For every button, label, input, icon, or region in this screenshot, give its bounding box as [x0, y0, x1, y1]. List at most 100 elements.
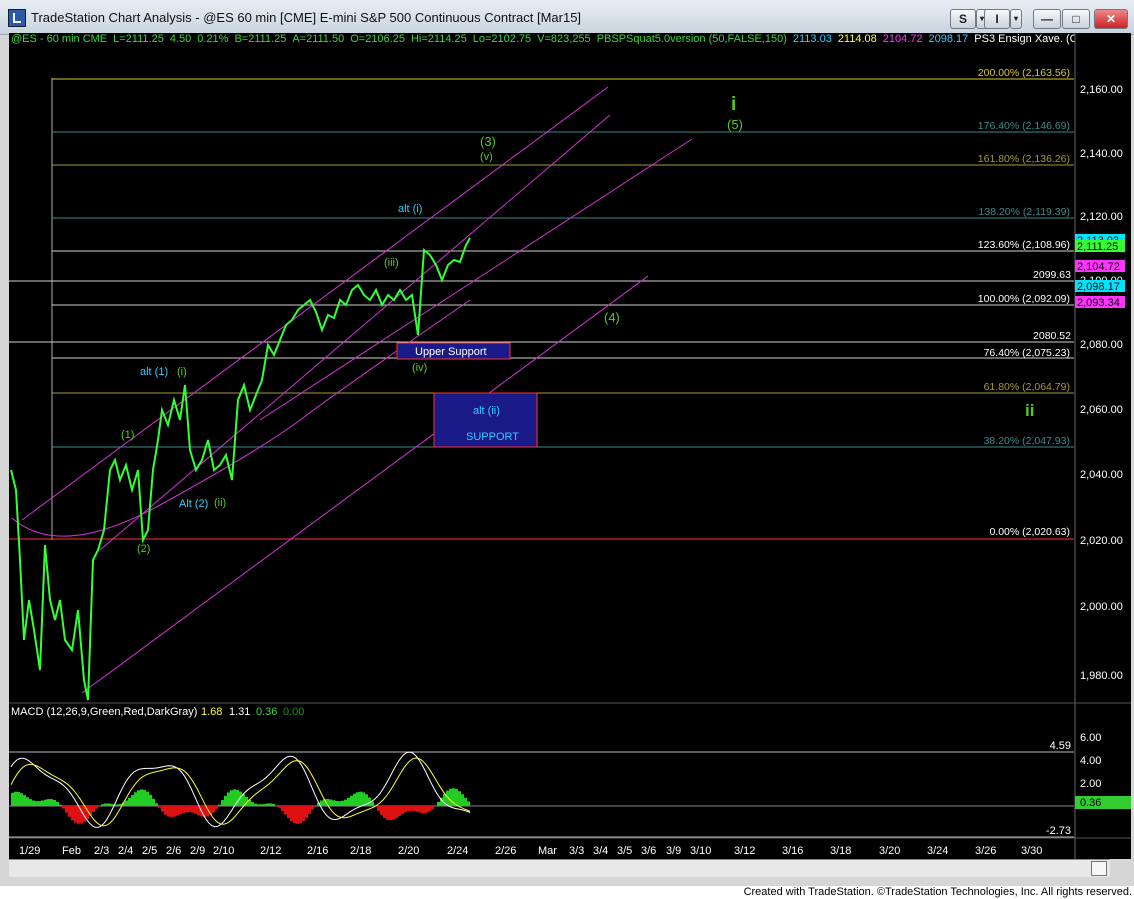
macd-histogram-bar	[386, 806, 389, 820]
macd-histogram-bar	[395, 806, 398, 819]
channel-lower-line[interactable]	[81, 275, 649, 694]
macd-histogram-bar	[407, 806, 410, 812]
macd-histogram-bar	[104, 803, 107, 806]
macd-histogram-bar	[185, 806, 188, 813]
macd-histogram-bar	[92, 806, 95, 812]
macd-histogram-bar	[74, 806, 77, 823]
channel-upper-line[interactable]	[21, 86, 609, 521]
macd-histogram-bar	[32, 800, 35, 806]
macd-histogram-bar	[164, 806, 167, 815]
macd-histogram-bar	[173, 806, 176, 817]
macd-histogram-bar	[278, 806, 281, 808]
alt-ii-box-label: alt (ii)	[473, 405, 500, 417]
macd-histogram-bar	[68, 806, 71, 817]
time-tick: Mar	[538, 845, 557, 857]
upper-support-label: Upper Support	[415, 346, 487, 358]
scrollbar-thumb[interactable]	[1091, 861, 1107, 876]
macd-histogram-bar	[116, 804, 119, 806]
level-label-2080: 2080.52	[1033, 330, 1071, 342]
macd-histogram-bar	[170, 806, 173, 818]
fib-label-76: 76.40% (2,075.23)	[984, 347, 1070, 359]
macd-histogram-bar	[44, 799, 47, 806]
macd-histogram-bar	[359, 791, 362, 806]
price-axis-ticks: 2,160.00 2,140.00 2,120.00 2,100.00 2,08…	[1080, 84, 1123, 682]
macd-histogram-bar	[176, 806, 179, 816]
macd-histogram-bar	[14, 791, 17, 806]
macd-histogram-bar	[179, 806, 182, 815]
footer-credit: Created with TradeStation. ©TradeStation…	[0, 886, 1134, 899]
price-tick-2140: 2,140.00	[1080, 148, 1123, 160]
macd-histogram-bar	[338, 801, 341, 806]
macd-histogram-bar	[362, 792, 365, 806]
time-tick: 3/12	[734, 845, 755, 857]
macd-histogram-bar	[449, 788, 452, 806]
macd-histogram-bar	[149, 794, 152, 806]
fib-label-138: 138.20% (2,119.39)	[979, 206, 1070, 218]
time-tick: 3/9	[666, 845, 681, 857]
time-tick: 2/4	[118, 845, 133, 857]
horizontal-scrollbar[interactable]	[9, 859, 1110, 877]
macd-histogram-bar	[155, 803, 158, 806]
macd-histogram-bar	[311, 806, 314, 810]
macd-histogram-bar	[95, 806, 98, 809]
macd-histogram-bar	[140, 789, 143, 806]
macd-histogram-bar	[161, 806, 164, 812]
macd-ref-high-label: 4.59	[1050, 740, 1071, 752]
macd-histogram-bar	[389, 806, 392, 821]
macd-histogram-bar	[152, 798, 155, 806]
macd-histogram-bar	[221, 800, 224, 806]
macd-histogram-bar	[23, 795, 26, 806]
macd-histogram-bar	[59, 804, 62, 806]
fib-label-100: 100.00% (2,092.09)	[978, 293, 1070, 305]
macd-histogram-bar	[398, 806, 401, 817]
macd-histogram-bar	[293, 806, 296, 824]
macd-histogram-bar	[11, 792, 14, 806]
price-tag-2093: 2,093.34	[1077, 297, 1120, 309]
macd-histogram-bar	[308, 806, 311, 814]
macd-histogram-bar	[227, 792, 230, 806]
macd-histogram-bar	[125, 800, 128, 806]
macd-histogram-bar	[383, 806, 386, 818]
time-tick: 2/26	[495, 845, 516, 857]
wave-label-big-i: i	[731, 94, 736, 115]
chart-drawing-layer: 200.00% (2,163.56) 176.40% (2,146.69) 16…	[9, 33, 1131, 859]
footer-text: Created with TradeStation. ©TradeStation…	[743, 886, 1132, 898]
fib-label-38: 38.20% (2,047.93)	[984, 435, 1070, 447]
macd-histogram-bar	[137, 790, 140, 806]
macd-histogram-bar	[380, 806, 383, 815]
macd-histogram-bar	[251, 802, 254, 806]
time-tick: 3/5	[617, 845, 632, 857]
channel-upper-inner-line[interactable]	[99, 114, 611, 551]
macd-histogram-bar	[290, 806, 293, 822]
wave-label-5: (5)	[727, 117, 743, 132]
price-series	[10, 237, 471, 701]
macd-histogram-bar	[428, 806, 431, 812]
macd-histogram-bar	[341, 800, 344, 806]
time-tick: 3/18	[830, 845, 851, 857]
macd-histogram-bar	[191, 806, 194, 813]
macd-histogram-bar	[224, 795, 227, 806]
wave-label-big-ii: ii	[1025, 401, 1034, 420]
time-tick: 3/6	[641, 845, 656, 857]
fib-label-0: 0.00% (2,020.63)	[989, 526, 1070, 538]
macd-histogram-bar	[188, 806, 191, 813]
macd-histogram-bar	[455, 789, 458, 806]
wave-label-v: (v)	[480, 151, 493, 163]
time-tick: 2/24	[447, 845, 468, 857]
time-tick: 2/18	[350, 845, 371, 857]
macd-histogram-bar	[269, 803, 272, 806]
macd-histogram-bar	[299, 806, 302, 824]
macd-histogram-bar	[158, 806, 161, 808]
time-tick: 3/24	[927, 845, 948, 857]
macd-histogram-bar	[35, 801, 38, 806]
macd-title: MACD (12,26,9,Green,Red,DarkGray)	[11, 706, 197, 718]
macd-histogram-bar	[437, 801, 440, 806]
macd-value-3: 0.36	[256, 706, 277, 718]
macd-histogram-bar	[467, 801, 470, 806]
macd-histogram-bar	[332, 800, 335, 806]
macd-histogram-bar	[377, 806, 380, 811]
macd-axis-6: 6.00	[1080, 732, 1101, 744]
price-tick-1980: 1,980.00	[1080, 670, 1123, 682]
channel-middle-line[interactable]	[259, 138, 693, 421]
macd-histogram-bar	[260, 804, 263, 806]
